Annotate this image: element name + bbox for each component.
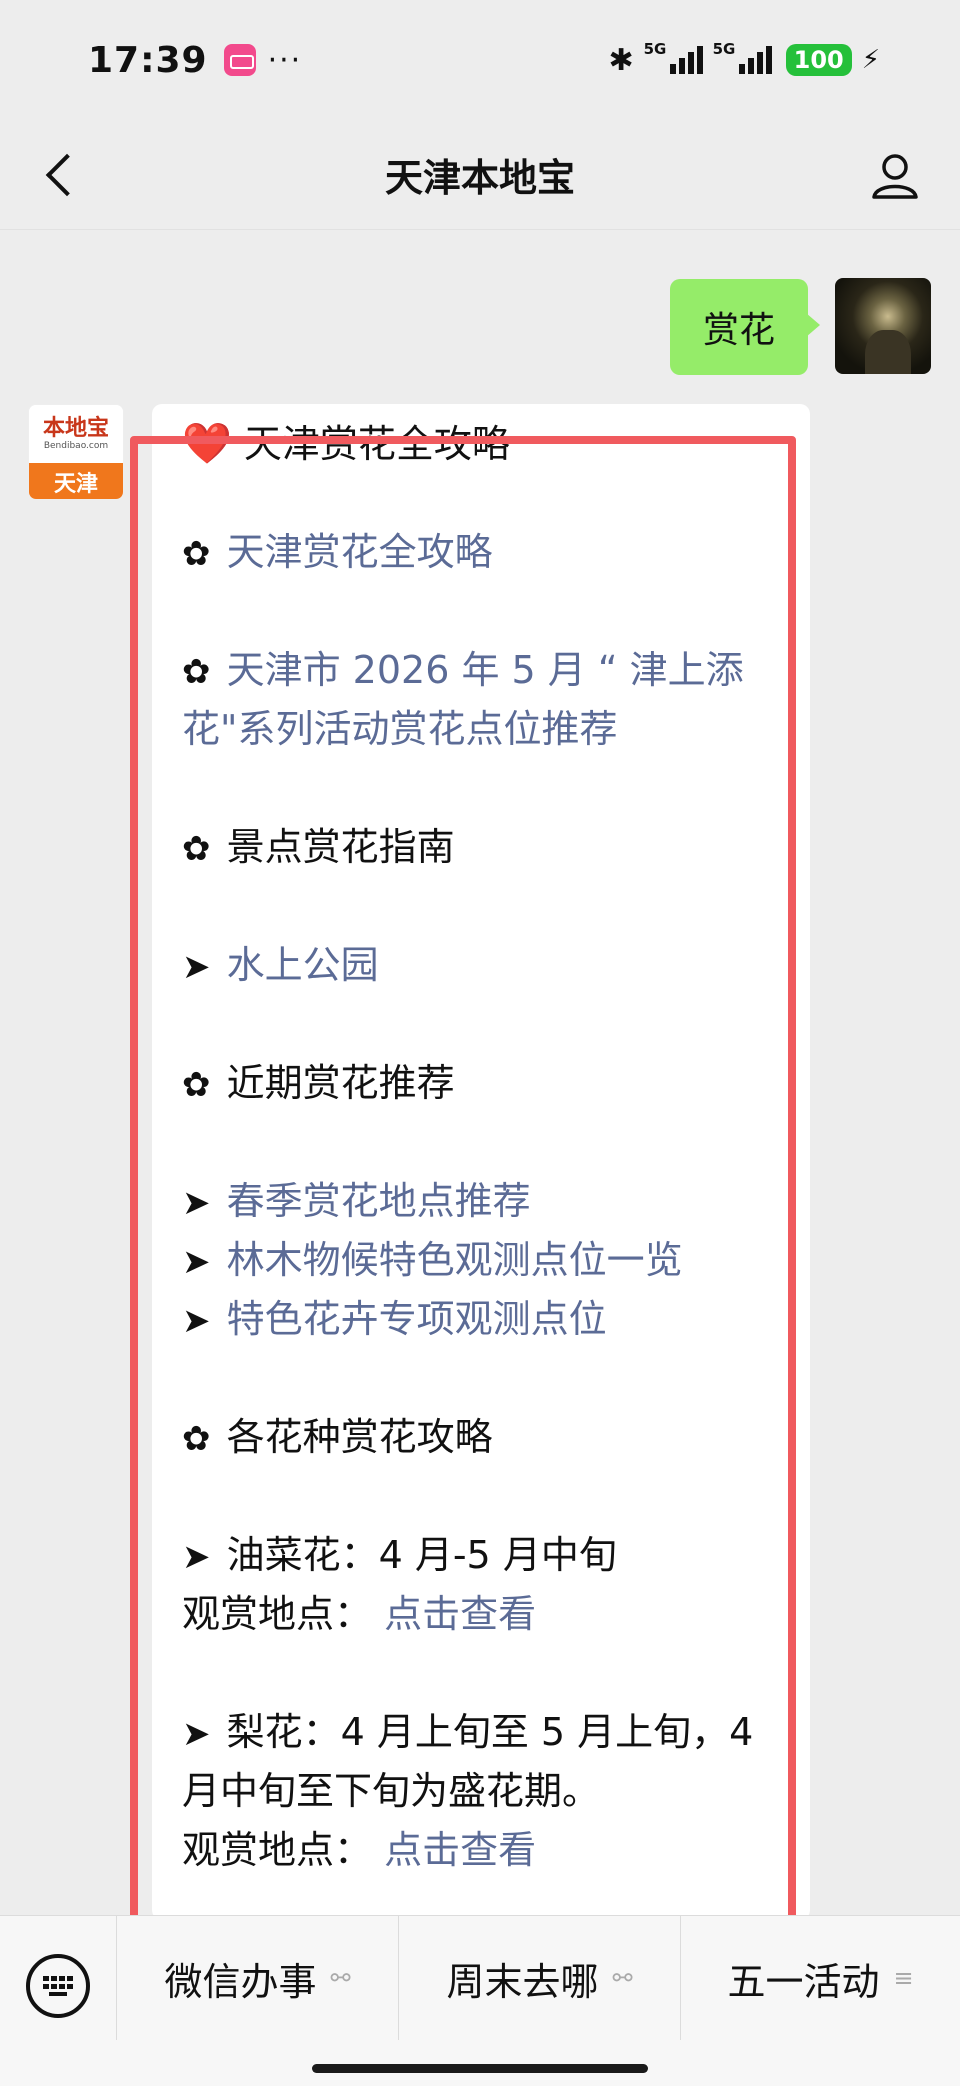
battery-indicator: 100: [785, 44, 852, 76]
outgoing-message[interactable]: 赏花: [670, 279, 820, 375]
keyboard-icon[interactable]: [26, 1954, 90, 2018]
bot-avatar[interactable]: 本地宝 Bendibao.com 天津: [28, 404, 124, 500]
reply-link[interactable]: 花"系列活动赏花点位推荐: [182, 707, 617, 751]
bot-logo-sub: Bendibao.com: [43, 441, 109, 451]
reply-label: 观赏地点：: [182, 1828, 373, 1872]
reply-line-12[interactable]: 观赏地点： 点击查看: [182, 1586, 536, 1642]
flower-icon: ✿: [182, 1065, 211, 1105]
arrow-icon: ➤: [182, 947, 211, 987]
status-indicators: ✱ 5G 5G 100 ⚡: [608, 40, 880, 78]
more-notifications-icon: ···: [267, 42, 303, 78]
reply-text: 油菜花：4 月-5 月中旬: [226, 1533, 617, 1577]
reply-line-0: ❤️ 天津赏花全攻略: [182, 416, 510, 472]
home-indicator[interactable]: [312, 2064, 648, 2073]
reply-line-8[interactable]: ➤ 林木物候特色观测点位一览: [182, 1232, 683, 1288]
reply-label: 观赏地点：: [182, 1592, 373, 1636]
menu-item-wechat-services[interactable]: 微信办事 ⚯: [116, 1916, 398, 2040]
reply-line-11: ➤ 油菜花：4 月-5 月中旬: [182, 1527, 617, 1583]
reply-link[interactable]: 林木物候特色观测点位一览: [227, 1238, 683, 1282]
reply-line-5[interactable]: ➤ 水上公园: [182, 937, 379, 993]
reply-line-10: ✿ 各花种赏花攻略: [182, 1409, 493, 1465]
view-location-link[interactable]: 点击查看: [384, 1592, 536, 1636]
reply-line-2[interactable]: ✿ 天津市 2026 年 5 月 “ 津上添: [182, 642, 744, 698]
bottom-menu-bar: 微信办事 ⚯ 周末去哪 ⚯ 五一活动 ≡: [0, 1915, 960, 2086]
reply-line-13: ➤ 梨花：4 月上旬至 5 月上旬，4: [182, 1704, 753, 1760]
reply-line-9[interactable]: ➤ 特色花卉专项观测点位: [182, 1291, 607, 1347]
user-avatar[interactable]: [835, 278, 931, 374]
link-icon: ⚯: [330, 1964, 351, 1992]
arrow-icon: ➤: [182, 1714, 211, 1754]
flower-icon: ✿: [182, 1419, 211, 1459]
flower-icon: ✿: [182, 652, 211, 692]
profile-icon[interactable]: [870, 150, 920, 200]
reply-line-15[interactable]: 观赏地点： 点击查看: [182, 1822, 536, 1878]
status-bar: 17:39 ··· ✱ 5G 5G 100 ⚡: [0, 0, 960, 120]
reply-text: 梨花：4 月上旬至 5 月上旬，4: [226, 1710, 754, 1754]
reply-link[interactable]: 特色花卉专项观测点位: [227, 1297, 607, 1341]
bot-city: 天津: [29, 463, 123, 499]
reply-section-title: 近期赏花推荐: [226, 1061, 455, 1105]
page-title: 天津本地宝: [384, 156, 575, 200]
reply-section-title: 各花种赏花攻略: [226, 1415, 493, 1459]
reply-line-7[interactable]: ➤ 春季赏花地点推荐: [182, 1173, 531, 1229]
arrow-icon: ➤: [182, 1242, 211, 1282]
bilibili-icon: [223, 44, 256, 76]
bluetooth-icon: ✱: [608, 42, 634, 78]
menu-item-label: 周末去哪: [446, 1959, 599, 2004]
menu-lines-icon: ≡: [893, 1964, 914, 1992]
reply-link[interactable]: 天津赏花全攻略: [227, 530, 493, 574]
reply-line-1[interactable]: ✿ 天津赏花全攻略: [182, 524, 493, 580]
bot-logo-text: 本地宝: [42, 416, 109, 441]
reply-heading: 天津赏花全攻略: [243, 422, 510, 466]
signal-icon: 5G: [644, 40, 703, 74]
view-location-link[interactable]: 点击查看: [384, 1828, 536, 1872]
arrow-icon: ➤: [182, 1537, 211, 1577]
reply-link[interactable]: 水上公园: [227, 943, 379, 987]
reply-link[interactable]: 春季赏花地点推荐: [227, 1179, 531, 1223]
reply-line-4: ✿ 景点赏花指南: [182, 819, 455, 875]
incoming-message: ❤️ 天津赏花全攻略 ✿ 天津赏花全攻略 ✿ 天津市 2026 年 5 月 “ …: [152, 404, 810, 1920]
reply-line-3[interactable]: 花"系列活动赏花点位推荐: [182, 701, 617, 757]
menu-item-weekend[interactable]: 周末去哪 ⚯: [398, 1916, 680, 2040]
heart-icon: ❤️: [182, 421, 232, 467]
reply-line-14: 月中旬至下旬为盛花期。: [182, 1763, 600, 1819]
menu-item-label: 五一活动: [727, 1959, 880, 2004]
reply-text: 月中旬至下旬为盛花期。: [182, 1769, 601, 1813]
menu-item-may-day[interactable]: 五一活动 ≡: [680, 1916, 960, 2040]
reply-section-title: 景点赏花指南: [226, 825, 455, 869]
signal-icon-2: 5G: [713, 40, 772, 74]
status-time: 17:39: [88, 39, 208, 81]
outgoing-message-text: 赏花: [702, 310, 775, 351]
flower-icon: ✿: [182, 829, 211, 869]
reply-link[interactable]: 天津市 2026 年 5 月 “ 津上添: [227, 648, 744, 692]
back-icon[interactable]: [38, 148, 86, 202]
arrow-icon: ➤: [182, 1183, 211, 1223]
flower-icon: ✿: [182, 534, 211, 574]
reply-line-6: ✿ 近期赏花推荐: [182, 1055, 455, 1111]
link-icon: ⚯: [612, 1964, 633, 1992]
arrow-icon: ➤: [182, 1301, 211, 1341]
charging-icon: ⚡: [861, 45, 880, 75]
menu-item-label: 微信办事: [164, 1959, 317, 2004]
nav-bar: 天津本地宝: [0, 120, 960, 230]
